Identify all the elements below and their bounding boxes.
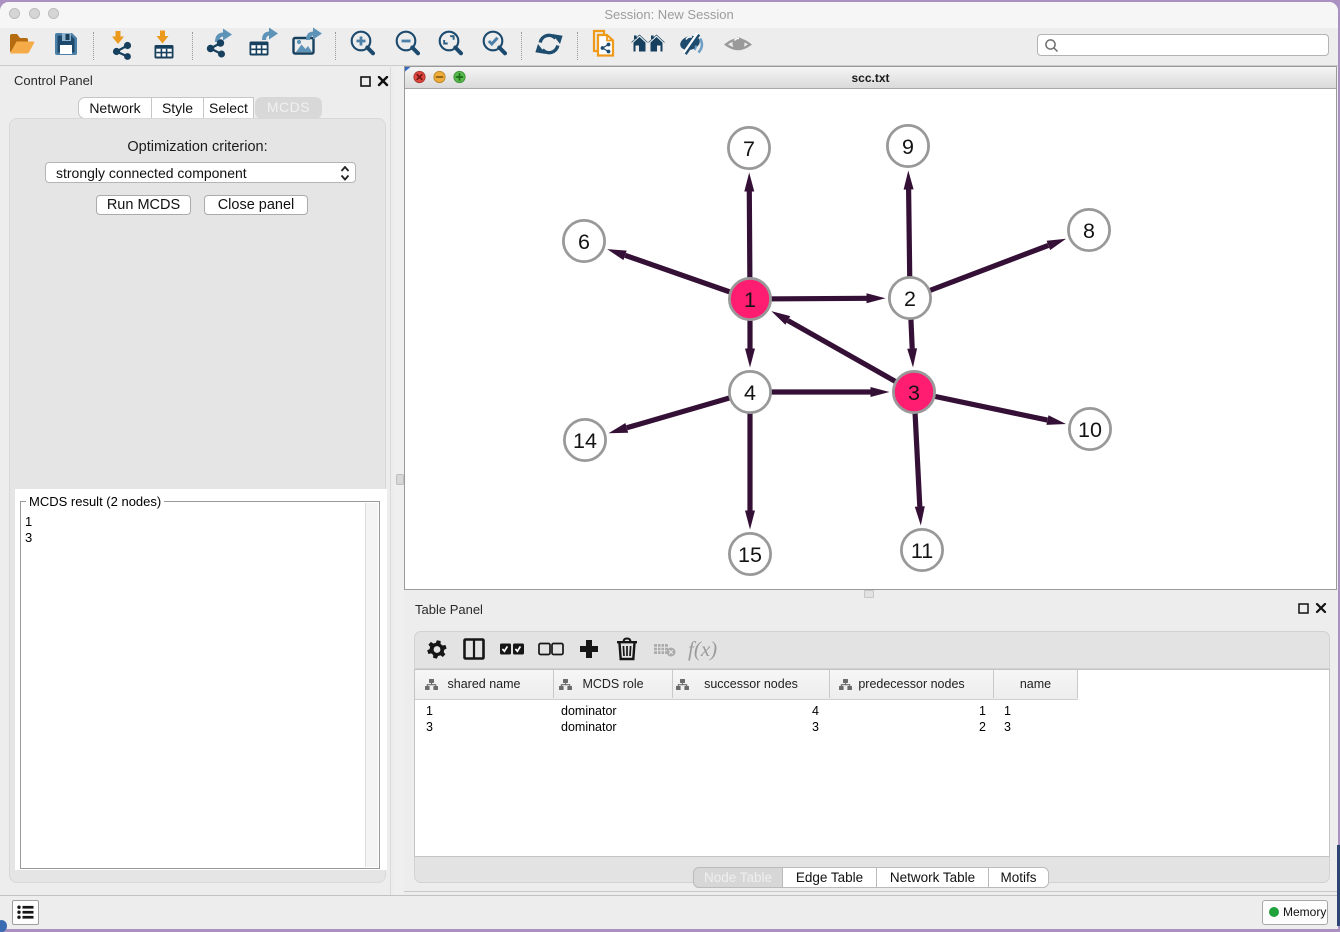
- svg-text:6: 6: [578, 230, 590, 254]
- svg-text:7: 7: [743, 137, 755, 161]
- svg-text:4: 4: [744, 381, 756, 405]
- svg-text:10: 10: [1078, 418, 1102, 442]
- svg-text:8: 8: [1083, 219, 1095, 243]
- svg-text:3: 3: [908, 381, 920, 405]
- svg-text:9: 9: [902, 135, 914, 159]
- svg-text:f(x): f(x): [688, 637, 717, 661]
- svg-text:1: 1: [744, 288, 756, 312]
- svg-text:11: 11: [911, 539, 933, 563]
- svg-text:15: 15: [738, 543, 762, 567]
- svg-text:2: 2: [904, 287, 916, 311]
- svg-text:14: 14: [573, 429, 597, 453]
